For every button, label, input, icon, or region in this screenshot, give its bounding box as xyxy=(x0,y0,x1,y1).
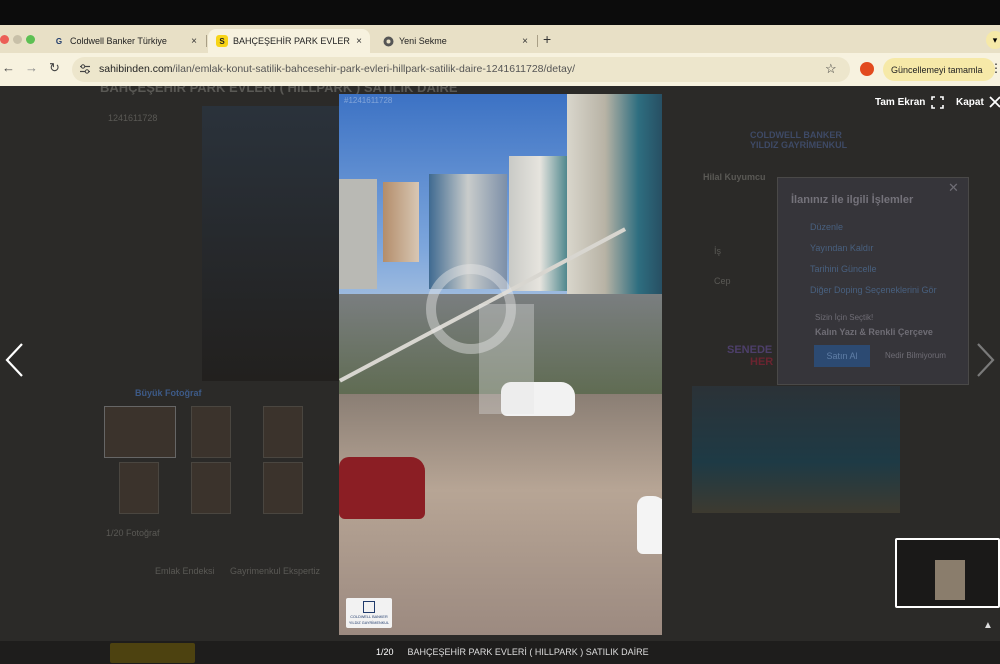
panel-item-refresh-date[interactable]: Tarihini Güncelle xyxy=(810,264,877,274)
new-tab-button[interactable]: + xyxy=(543,31,551,47)
photo-thumbnail[interactable] xyxy=(119,462,159,514)
close-tab-icon[interactable]: × xyxy=(356,36,362,47)
photo-thumbnail[interactable] xyxy=(191,462,231,514)
tab-divider xyxy=(206,35,207,47)
tab-title: BAHÇEŞEHİR PARK EVLERİ ( H xyxy=(233,36,351,46)
tab-new-tab[interactable]: Yeni Sekme × xyxy=(374,29,536,53)
close-tab-icon[interactable]: × xyxy=(191,36,197,47)
info-link[interactable]: Nedir Bilmiyorum xyxy=(885,351,946,360)
close-panel-icon[interactable]: ✕ xyxy=(948,180,959,196)
bookmark-star-icon[interactable]: ☆ xyxy=(825,61,837,77)
photo-thumbnail[interactable] xyxy=(191,406,231,458)
fullscreen-photo: COLDWELL BANKER YILDIZ GAYRİMENKUL xyxy=(339,94,662,635)
photo-tower xyxy=(567,94,662,304)
logo-text: COLDWELL BANKER xyxy=(350,615,388,619)
back-arrow-icon[interactable]: ← xyxy=(2,60,15,75)
sticky-action-button[interactable] xyxy=(110,643,195,663)
phone-label-work: İş xyxy=(714,246,722,256)
banner-line-2: HER xyxy=(750,356,774,368)
seller-name: Hilal Kuyumcu xyxy=(703,172,766,182)
photo-caption-text: BAHÇEŞEHİR PARK EVLERİ ( HILLPARK ) SATI… xyxy=(407,647,649,657)
update-button[interactable]: Güncellemeyi tamamla xyxy=(883,58,995,81)
site-settings-icon[interactable] xyxy=(79,63,91,75)
panel-title: İlanınız ile ilgili İşlemler xyxy=(791,194,914,206)
photo-tower xyxy=(383,182,419,262)
fullscreen-label: Tam Ekran xyxy=(875,97,926,108)
panel-item-unpublish[interactable]: Yayından Kaldır xyxy=(810,243,873,253)
listing-actions-panel: İlanınız ile ilgili İşlemler ✕ Düzenle Y… xyxy=(777,177,969,385)
photo-watermark-id: #1241611728 xyxy=(344,96,393,105)
photo-thumbnail[interactable] xyxy=(263,406,303,458)
more-menu-icon[interactable]: ⋮ xyxy=(990,61,1000,75)
promo-text: Kalın Yazı & Renkli Çerçeve xyxy=(815,327,933,337)
close-label: Kapat xyxy=(956,96,984,108)
url-text[interactable]: sahibinden.com/ilan/emlak-konut-satilik-… xyxy=(99,63,575,75)
big-photo-link[interactable]: Büyük Fotoğraf xyxy=(135,388,202,398)
panel-item-doping[interactable]: Diğer Doping Seçeneklerini Gör xyxy=(810,285,937,295)
tab-search-button[interactable]: ▾ xyxy=(986,31,1000,49)
url-path: /ilan/emlak-konut-satilik-bahcesehir-par… xyxy=(172,63,576,75)
reload-icon[interactable]: ↻ xyxy=(49,60,60,76)
photo-counter: 1/20 Fotoğraf xyxy=(106,528,160,538)
previous-photo-icon[interactable] xyxy=(4,342,26,378)
advertisement-image xyxy=(692,386,900,513)
panel-item-edit[interactable]: Düzenle xyxy=(810,222,843,232)
fullscreen-button[interactable]: Tam Ekran xyxy=(875,96,945,109)
photo-thumbnail[interactable] xyxy=(263,462,303,514)
photo-caption: 1/20 BAHÇEŞEHİR PARK EVLERİ ( HILLPARK ) … xyxy=(376,647,649,657)
chrome-favicon-icon xyxy=(382,35,394,47)
buy-button[interactable]: Satın Al xyxy=(814,345,870,367)
close-icon xyxy=(989,96,1000,108)
fullscreen-icon xyxy=(931,96,945,109)
photo-tower xyxy=(339,179,377,289)
profile-avatar[interactable] xyxy=(860,62,874,76)
cb-logo-mark-icon xyxy=(363,601,375,613)
close-viewer-button[interactable]: Kapat xyxy=(956,96,1000,108)
close-tab-icon[interactable]: × xyxy=(522,36,528,47)
listing-number: 1241611728 xyxy=(108,113,158,123)
promo-label: Sizin İçin Seçtik! xyxy=(815,313,874,322)
sahibinden-favicon-icon: S xyxy=(216,35,228,47)
picture-in-picture-preview[interactable] xyxy=(895,538,1000,608)
banner-line-1: SENEDE xyxy=(727,344,773,356)
agency-name: COLDWELL BANKER YILDIZ GAYRİMENKUL xyxy=(750,130,848,150)
emlak-endeksi-link[interactable]: Emlak Endeksi xyxy=(155,566,215,576)
tab-title: Yeni Sekme xyxy=(399,36,447,46)
maximize-window-button[interactable] xyxy=(26,35,35,44)
tab-divider xyxy=(537,35,538,47)
scroll-top-icon[interactable]: ▲ xyxy=(979,620,997,640)
url-domain: sahibinden.com xyxy=(99,63,173,75)
close-window-button[interactable] xyxy=(0,35,9,44)
logo-subtext: YILDIZ GAYRİMENKUL xyxy=(348,621,390,625)
tab-title: Coldwell Banker Türkiye xyxy=(70,36,167,46)
pip-thumbnail xyxy=(935,560,965,600)
photo-counter-viewer: 1/20 xyxy=(376,647,394,657)
photo-thumbnail[interactable] xyxy=(104,406,176,458)
main-photo xyxy=(202,106,342,381)
forward-arrow-icon[interactable]: → xyxy=(25,60,38,75)
os-top-bar xyxy=(0,0,1000,25)
tab-coldwell-banker[interactable]: G Coldwell Banker Türkiye × xyxy=(45,29,205,53)
chevron-down-icon: ▾ xyxy=(992,35,998,45)
tab-sahibinden[interactable]: S BAHÇEŞEHİR PARK EVLERİ ( H × xyxy=(208,29,370,53)
minimize-window-button[interactable] xyxy=(13,35,22,44)
sahibinden-watermark-shape xyxy=(479,304,534,414)
cb-favicon-icon: G xyxy=(55,36,63,46)
next-photo-icon[interactable] xyxy=(974,342,996,378)
coldwell-banker-logo: COLDWELL BANKER YILDIZ GAYRİMENKUL xyxy=(346,598,392,628)
phone-label-mobile: Cep xyxy=(714,276,731,286)
photo-red-car xyxy=(339,457,425,519)
ekspertiz-link[interactable]: Gayrimenkul Ekspertiz xyxy=(230,566,320,576)
photo-white-car-2 xyxy=(637,496,662,554)
buy-button-label: Satın Al xyxy=(826,351,858,361)
